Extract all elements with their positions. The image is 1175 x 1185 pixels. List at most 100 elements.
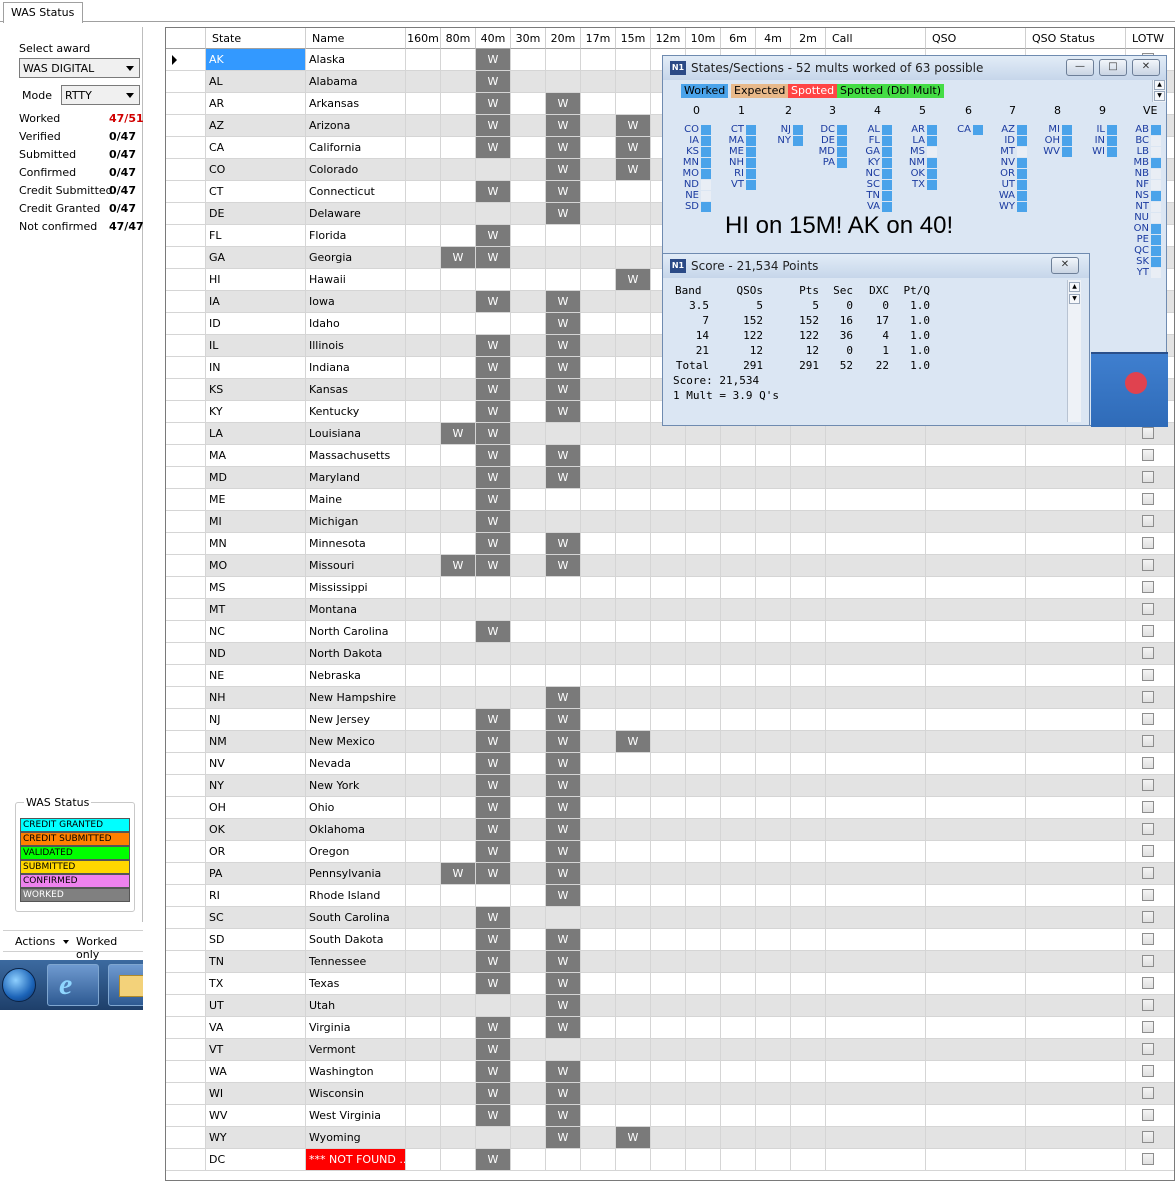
cell-band-6m[interactable] <box>721 885 756 907</box>
cell-band-160m[interactable] <box>406 621 441 643</box>
grid-cell[interactable] <box>1026 1039 1126 1061</box>
grid-cell[interactable] <box>826 467 926 489</box>
cell-state[interactable]: CA <box>206 137 306 159</box>
cell-state[interactable]: PA <box>206 863 306 885</box>
row-header[interactable] <box>166 247 206 269</box>
cell-band-30m[interactable] <box>511 511 546 533</box>
column-header-10m[interactable]: 10m <box>686 28 721 49</box>
cell-band-80m[interactable] <box>441 841 476 863</box>
cell-band-6m[interactable] <box>721 1061 756 1083</box>
cell-state[interactable]: TN <box>206 951 306 973</box>
cell-band-160m[interactable] <box>406 489 441 511</box>
cell-band-80m[interactable] <box>441 401 476 423</box>
section-code[interactable]: TX <box>901 179 925 190</box>
row-header[interactable] <box>166 621 206 643</box>
cell-band-17m[interactable] <box>581 687 616 709</box>
cell-band-30m[interactable] <box>511 731 546 753</box>
cell-band-6m[interactable] <box>721 555 756 577</box>
cell-state[interactable]: OR <box>206 841 306 863</box>
cell-band-6m[interactable] <box>721 709 756 731</box>
cell-state[interactable]: NJ <box>206 709 306 731</box>
cell-band-30m[interactable] <box>511 577 546 599</box>
grid-cell[interactable] <box>1026 1017 1126 1039</box>
cell-band-6m[interactable] <box>721 467 756 489</box>
column-header-2m[interactable]: 2m <box>791 28 826 49</box>
column-header-15m[interactable]: 15m <box>616 28 651 49</box>
section-code[interactable]: CT <box>720 124 744 135</box>
cell-band-4m[interactable] <box>756 423 791 445</box>
grid-cell[interactable] <box>826 753 926 775</box>
cell-band-2m[interactable] <box>791 1061 826 1083</box>
cell-band-12m[interactable] <box>651 577 686 599</box>
cell-state[interactable]: KY <box>206 401 306 423</box>
cell-band-30m[interactable] <box>511 203 546 225</box>
worked-only-toggle[interactable]: Worked only <box>76 935 143 961</box>
section-code[interactable]: VT <box>720 179 744 190</box>
cell-band-17m[interactable] <box>581 379 616 401</box>
cell-worked-40m[interactable]: W <box>476 247 511 269</box>
cell-band-12m[interactable] <box>651 863 686 885</box>
grid-cell[interactable] <box>1026 533 1126 555</box>
cell-worked-40m[interactable]: W <box>476 137 511 159</box>
cell-state[interactable]: SC <box>206 907 306 929</box>
cell-band-20m[interactable] <box>546 621 581 643</box>
grid-cell[interactable] <box>1026 1127 1126 1149</box>
grid-cell[interactable] <box>826 841 926 863</box>
cell-band-80m[interactable] <box>441 379 476 401</box>
cell-state[interactable]: IL <box>206 335 306 357</box>
cell-worked-80m[interactable]: W <box>441 423 476 445</box>
cell-band-4m[interactable] <box>756 863 791 885</box>
grid-cell[interactable] <box>826 599 926 621</box>
lotw-checkbox[interactable] <box>1142 779 1154 791</box>
cell-band-20m[interactable] <box>546 269 581 291</box>
cell-band-6m[interactable] <box>721 621 756 643</box>
cell-band-160m[interactable] <box>406 1039 441 1061</box>
cell-name[interactable]: Maryland <box>306 467 406 489</box>
section-code[interactable]: YT <box>1125 267 1149 278</box>
cell-band-160m[interactable] <box>406 929 441 951</box>
cell-band-20m[interactable] <box>546 577 581 599</box>
cell-band-12m[interactable] <box>651 797 686 819</box>
cell-state[interactable]: AK <box>206 49 306 71</box>
cell-state[interactable]: IN <box>206 357 306 379</box>
cell-worked-40m[interactable]: W <box>476 181 511 203</box>
cell-band-20m[interactable] <box>546 423 581 445</box>
grid-cell[interactable] <box>1126 973 1174 995</box>
cell-band-12m[interactable] <box>651 951 686 973</box>
cell-state[interactable]: NV <box>206 753 306 775</box>
cell-band-17m[interactable] <box>581 995 616 1017</box>
cell-band-30m[interactable] <box>511 885 546 907</box>
column-header-80m[interactable]: 80m <box>441 28 476 49</box>
cell-band-17m[interactable] <box>581 269 616 291</box>
cell-band-80m[interactable] <box>441 335 476 357</box>
cell-band-160m[interactable] <box>406 687 441 709</box>
cell-band-80m[interactable] <box>441 1149 476 1171</box>
section-code[interactable]: MS <box>901 146 925 157</box>
cell-worked-40m[interactable]: W <box>476 511 511 533</box>
cell-band-4m[interactable] <box>756 555 791 577</box>
cell-band-4m[interactable] <box>756 995 791 1017</box>
cell-band-2m[interactable] <box>791 797 826 819</box>
cell-band-20m[interactable] <box>546 489 581 511</box>
grid-cell[interactable] <box>926 1039 1026 1061</box>
cell-name[interactable]: New Mexico <box>306 731 406 753</box>
cell-band-80m[interactable] <box>441 775 476 797</box>
cell-band-80m[interactable] <box>441 709 476 731</box>
lotw-checkbox[interactable] <box>1142 1109 1154 1121</box>
grid-cell[interactable] <box>826 577 926 599</box>
cell-state[interactable]: MO <box>206 555 306 577</box>
cell-band-30m[interactable] <box>511 159 546 181</box>
grid-cell[interactable] <box>926 511 1026 533</box>
cell-band-160m[interactable] <box>406 159 441 181</box>
cell-band-30m[interactable] <box>511 445 546 467</box>
cell-state[interactable]: HI <box>206 269 306 291</box>
cell-band-160m[interactable] <box>406 841 441 863</box>
cell-band-10m[interactable] <box>686 1105 721 1127</box>
cell-band-17m[interactable] <box>581 1127 616 1149</box>
cell-band-40m[interactable] <box>476 577 511 599</box>
cell-band-15m[interactable] <box>616 841 651 863</box>
cell-state[interactable]: MI <box>206 511 306 533</box>
cell-band-30m[interactable] <box>511 357 546 379</box>
cell-band-30m[interactable] <box>511 225 546 247</box>
cell-band-30m[interactable] <box>511 665 546 687</box>
